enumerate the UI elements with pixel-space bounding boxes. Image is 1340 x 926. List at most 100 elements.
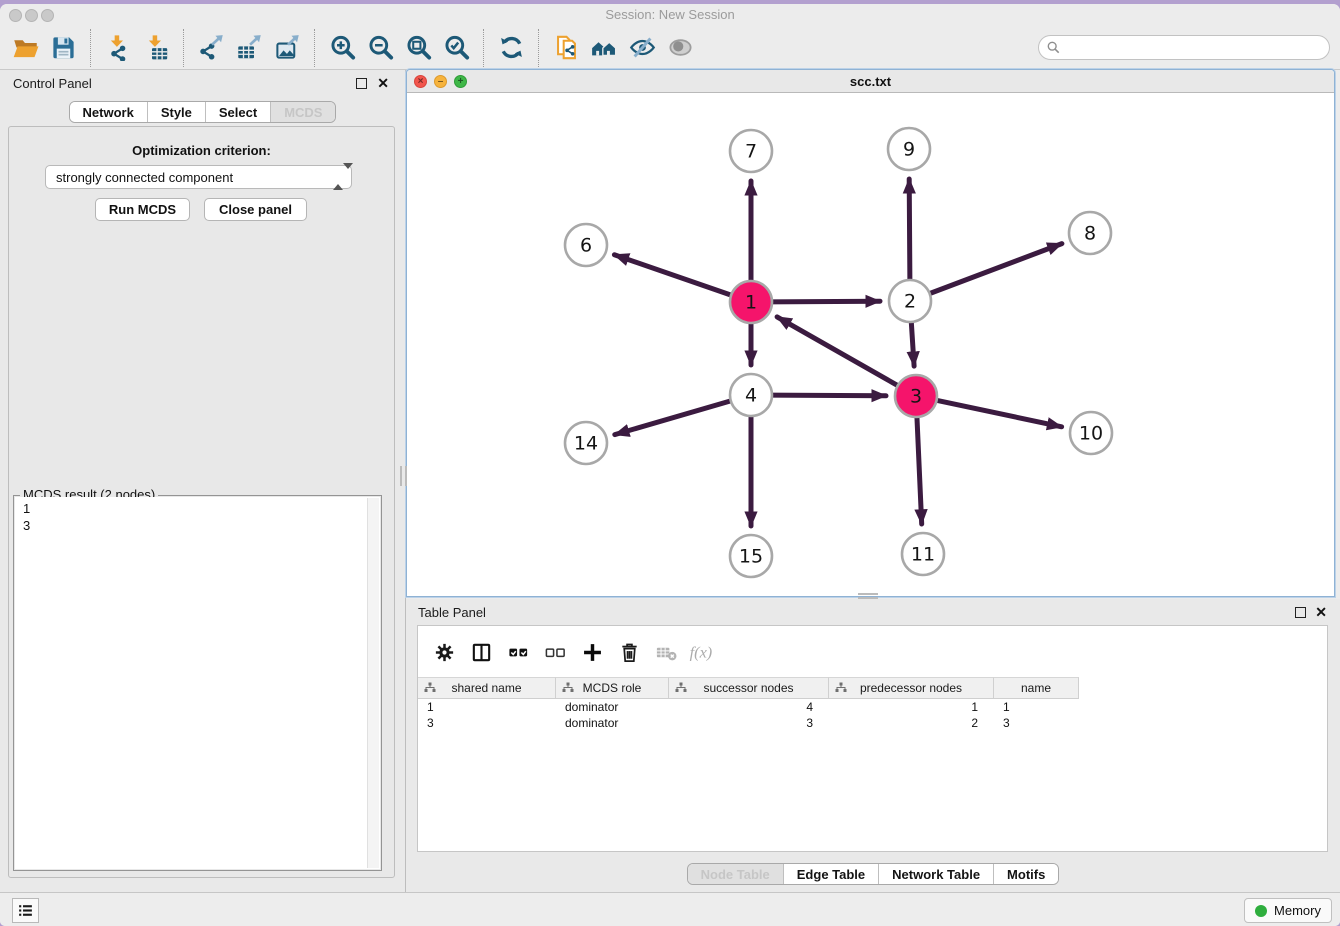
optimization-criterion-label: Optimization criterion: bbox=[9, 143, 394, 158]
network-window-titlebar[interactable]: × – + scc.txt bbox=[407, 70, 1334, 93]
column-header-name[interactable]: name bbox=[994, 677, 1079, 699]
network-canvas[interactable]: 1 2 3 4 6 7 8 9 10 11 14 15 bbox=[407, 93, 1334, 596]
mcds-result-line: 3 bbox=[23, 517, 372, 534]
table-cell[interactable]: 1 bbox=[418, 699, 556, 715]
export-table-button[interactable] bbox=[230, 30, 268, 66]
zoom-selected-button[interactable] bbox=[437, 30, 475, 66]
table-cell[interactable]: 3 bbox=[669, 715, 829, 731]
edge-3-10[interactable] bbox=[934, 400, 1062, 427]
node-label-11: 11 bbox=[911, 544, 935, 566]
tab-network[interactable]: Network bbox=[70, 102, 147, 122]
tab-select[interactable]: Select bbox=[205, 102, 270, 122]
table-tab-edge-table[interactable]: Edge Table bbox=[783, 864, 878, 884]
node-7[interactable]: 7 bbox=[730, 130, 772, 172]
node-15[interactable]: 15 bbox=[730, 535, 772, 577]
node-6[interactable]: 6 bbox=[565, 224, 607, 266]
delete-row-button[interactable] bbox=[611, 636, 648, 668]
float-panel-icon[interactable] bbox=[356, 78, 367, 89]
run-mcds-button[interactable]: Run MCDS bbox=[95, 198, 190, 221]
table-cell[interactable]: 4 bbox=[669, 699, 829, 715]
nested-network-home-button[interactable] bbox=[585, 30, 623, 66]
search-box[interactable] bbox=[1038, 35, 1330, 60]
table-cell[interactable]: 1 bbox=[994, 699, 1079, 715]
node-8[interactable]: 8 bbox=[1069, 212, 1111, 254]
export-network-button[interactable] bbox=[192, 30, 230, 66]
table-tab-motifs[interactable]: Motifs bbox=[993, 864, 1058, 884]
edge-3-1[interactable] bbox=[777, 317, 900, 387]
node-11[interactable]: 11 bbox=[902, 533, 944, 575]
edge-3-11[interactable] bbox=[917, 414, 922, 524]
add-row-button[interactable] bbox=[574, 636, 611, 668]
table-cell[interactable]: 3 bbox=[994, 715, 1079, 731]
node-table: shared nameMCDS rolesuccessor nodesprede… bbox=[418, 677, 1327, 731]
memory-button[interactable]: Memory bbox=[1244, 898, 1332, 923]
optimization-criterion-select[interactable]: strongly connected component bbox=[45, 165, 352, 189]
table-row[interactable]: 1dominator411 bbox=[418, 699, 1327, 715]
birdseye-view-disabled-button[interactable] bbox=[661, 30, 699, 66]
table-tab-node-table[interactable]: Node Table bbox=[688, 864, 783, 884]
zoom-in-button[interactable] bbox=[323, 30, 361, 66]
zoom-out-icon bbox=[367, 34, 394, 61]
tab-style[interactable]: Style bbox=[147, 102, 205, 122]
column-type-icon bbox=[675, 682, 687, 694]
table-cell[interactable]: 2 bbox=[829, 715, 994, 731]
task-history-button[interactable] bbox=[12, 898, 39, 923]
table-row[interactable]: 3dominator323 bbox=[418, 715, 1327, 731]
close-table-panel-icon[interactable]: ✕ bbox=[1315, 604, 1327, 620]
result-scrollbar[interactable] bbox=[367, 498, 379, 868]
node-4[interactable]: 4 bbox=[730, 374, 772, 416]
column-header-shared-name[interactable]: shared name bbox=[418, 677, 556, 699]
edge-2-3[interactable] bbox=[911, 319, 914, 366]
search-input[interactable] bbox=[1060, 38, 1329, 58]
export-image-button[interactable] bbox=[268, 30, 306, 66]
import-table-button[interactable] bbox=[137, 30, 175, 66]
show-hide-graphics-button[interactable] bbox=[623, 30, 661, 66]
edge-4-14[interactable] bbox=[615, 400, 734, 435]
table-cell[interactable]: dominator bbox=[556, 715, 669, 731]
node-10[interactable]: 10 bbox=[1070, 412, 1112, 454]
zoom-fit-button[interactable] bbox=[399, 30, 437, 66]
edge-2-9[interactable] bbox=[909, 179, 910, 283]
close-panel-button[interactable]: Close panel bbox=[204, 198, 307, 221]
vertical-splitter-handle[interactable] bbox=[400, 466, 407, 486]
table-cell[interactable]: 3 bbox=[418, 715, 556, 731]
save-session-button[interactable] bbox=[44, 30, 82, 66]
split-view-button[interactable] bbox=[463, 636, 500, 668]
import-table-icon bbox=[143, 34, 170, 61]
toolbar-separator bbox=[183, 29, 184, 67]
open-file-button[interactable] bbox=[6, 30, 44, 66]
column-header-predecessor-nodes[interactable]: predecessor nodes bbox=[829, 677, 994, 699]
close-panel-icon[interactable]: ✕ bbox=[377, 75, 389, 91]
deselect-all-button[interactable] bbox=[537, 636, 574, 668]
edge-4-3[interactable] bbox=[769, 395, 886, 396]
node-3[interactable]: 3 bbox=[895, 375, 937, 417]
node-2[interactable]: 2 bbox=[889, 280, 931, 322]
app-titlebar: Session: New Session bbox=[0, 4, 1340, 26]
delete-row-icon bbox=[618, 641, 641, 664]
table-tab-network-table[interactable]: Network Table bbox=[878, 864, 993, 884]
node-9[interactable]: 9 bbox=[888, 128, 930, 170]
edge-2-8[interactable] bbox=[927, 244, 1062, 295]
application-window: Session: New Session Control Panel ✕ Net… bbox=[0, 4, 1340, 926]
select-all-button[interactable] bbox=[500, 636, 537, 668]
table-panel-header: Table Panel ✕ bbox=[406, 599, 1340, 625]
float-table-panel-icon[interactable] bbox=[1295, 607, 1306, 618]
settings-button[interactable] bbox=[426, 636, 463, 668]
memory-status-icon bbox=[1255, 905, 1267, 917]
column-header-MCDS-role[interactable]: MCDS role bbox=[556, 677, 669, 699]
edge-1-2[interactable] bbox=[769, 301, 880, 302]
apply-layout-button[interactable] bbox=[492, 30, 530, 66]
network-view-window: × – + scc.txt 1 2 3 4 6 7 8 9 10 11 14 15 bbox=[406, 69, 1335, 597]
save-session-icon bbox=[50, 34, 77, 61]
edge-1-6[interactable] bbox=[614, 255, 734, 296]
node-14[interactable]: 14 bbox=[565, 422, 607, 464]
copy-network-view-button[interactable] bbox=[547, 30, 585, 66]
mcds-result-text[interactable]: 13 bbox=[15, 497, 380, 869]
column-header-successor-nodes[interactable]: successor nodes bbox=[669, 677, 829, 699]
tab-mcds[interactable]: MCDS bbox=[270, 102, 335, 122]
zoom-out-button[interactable] bbox=[361, 30, 399, 66]
table-cell[interactable]: 1 bbox=[829, 699, 994, 715]
table-cell[interactable]: dominator bbox=[556, 699, 669, 715]
node-1[interactable]: 1 bbox=[730, 281, 772, 323]
import-network-button[interactable] bbox=[99, 30, 137, 66]
